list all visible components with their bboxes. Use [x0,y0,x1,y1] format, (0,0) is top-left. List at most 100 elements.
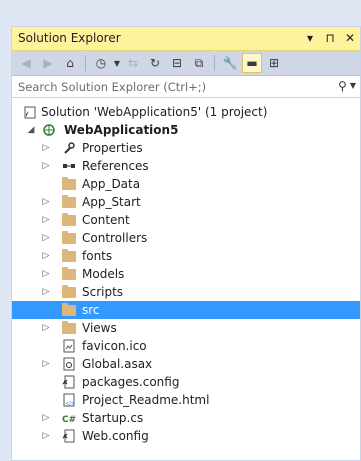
web-project-icon [42,123,56,137]
title-bar: Solution Explorer ▾ ⊓ ✕ [12,27,360,51]
expand-icon[interactable]: ▷ [41,193,51,211]
expand-icon[interactable]: ▷ [41,427,51,445]
project-label: WebApplication5 [64,123,179,137]
item-label: src [82,303,100,317]
tree-row-project-readme-html[interactable]: </> Project_Readme.html [12,391,360,409]
folder-icon [62,231,76,245]
tree-row-scripts[interactable]: ▷ Scripts [12,283,360,301]
item-label: Scripts [82,285,124,299]
folder-icon [62,267,76,281]
item-label: favicon.ico [82,339,147,353]
toolbar-separator [85,55,86,71]
dropdown-icon[interactable]: ▾ [304,30,316,46]
expand-icon[interactable]: ▷ [41,139,51,157]
references-icon [62,159,76,173]
tree-row-solution[interactable]: Solution 'WebApplication5' (1 project) [12,103,360,121]
svg-text:C#: C# [62,415,76,425]
chevron-down-icon[interactable]: ▼ [113,59,121,68]
tree-row-favicon-ico[interactable]: favicon.ico [12,337,360,355]
html-file-icon: </> [62,393,76,407]
expanded-icon[interactable]: ◢ [26,121,36,139]
chevron-down-icon[interactable]: ▼ [350,79,356,93]
search-icon[interactable]: ⚲ [338,79,347,93]
item-label: App_Data [82,177,141,191]
csharp-file-icon: C# [62,411,76,425]
solution-label: Solution 'WebApplication5' (1 project) [41,105,268,119]
tree-row-app-data[interactable]: App_Data [12,175,360,193]
tree-row-models[interactable]: ▷ Models [12,265,360,283]
search-icons: ⚲ ▼ [338,79,356,93]
item-label: References [82,159,149,173]
expand-icon[interactable]: ▷ [41,211,51,229]
diagram-icon[interactable]: ⊞ [264,53,284,73]
item-label: Startup.cs [82,411,144,425]
tree-row-references[interactable]: ▷ References [12,157,360,175]
expand-icon[interactable]: ▷ [41,265,51,283]
tree-row-controllers[interactable]: ▷ Controllers [12,229,360,247]
project-items: ▷ Properties ▷ References App_Data ▷ App_Start… [12,139,360,445]
tree-row-project[interactable]: ◢ WebApplication5 [12,121,360,139]
item-label: Web.config [82,429,149,443]
item-label: fonts [82,249,113,263]
tree-row-web-config[interactable]: ▷ Web.config [12,427,360,445]
item-label: Content [82,213,130,227]
properties-icon[interactable]: 🔧 [220,53,240,73]
item-label: Views [82,321,117,335]
item-label: packages.config [82,375,180,389]
tree-row-src[interactable]: src [12,301,360,319]
folder-icon [62,285,76,299]
solution-explorer-panel: Solution Explorer ▾ ⊓ ✕ ◀ ▶ ⌂ ◷ ▼ ⇆ ↻ ⊟ … [11,26,361,461]
sync-icon[interactable]: ⇆ [123,53,143,73]
search-input[interactable] [12,76,344,97]
forward-icon[interactable]: ▶ [38,53,58,73]
expand-icon[interactable]: ▷ [41,283,51,301]
tree-row-content[interactable]: ▷ Content [12,211,360,229]
gear-file-icon [62,357,76,371]
tree-row-packages-config[interactable]: packages.config [12,373,360,391]
folder-icon [62,213,76,227]
window-controls: ▾ ⊓ ✕ [304,30,356,46]
config-file-icon [62,375,76,389]
item-label: Models [82,267,125,281]
copy-icon[interactable]: ⧉ [189,53,209,73]
folder-icon [62,195,76,209]
pin-icon[interactable]: ▬ [242,53,262,73]
item-label: Controllers [82,231,148,245]
pin-icon[interactable]: ⊓ [324,30,336,46]
tree-row-properties[interactable]: ▷ Properties [12,139,360,157]
config-file-icon [62,429,76,443]
history-icon[interactable]: ◷ [91,53,111,73]
toolbar: ◀ ▶ ⌂ ◷ ▼ ⇆ ↻ ⊟ ⧉ 🔧 ▬ ⊞ [12,51,360,76]
tree-row-fonts[interactable]: ▷ fonts [12,247,360,265]
expand-icon[interactable]: ▷ [41,247,51,265]
refresh-icon[interactable]: ↻ [145,53,165,73]
svg-text:</>: </> [65,401,75,407]
solution-icon [23,105,37,119]
home-icon[interactable]: ⌂ [60,53,80,73]
wrench-icon [62,141,76,155]
item-label: Properties [82,141,143,155]
tree-row-global-asax[interactable]: ▷ Global.asax [12,355,360,373]
item-label: Project_Readme.html [82,393,210,407]
tree-row-startup-cs[interactable]: ▷ C# Startup.cs [12,409,360,427]
expand-icon[interactable]: ▷ [41,229,51,247]
expand-icon[interactable]: ▷ [41,157,51,175]
solution-tree: Solution 'WebApplication5' (1 project) ◢… [12,103,360,445]
close-icon[interactable]: ✕ [344,30,356,46]
image-file-icon [62,339,76,353]
tree-row-app-start[interactable]: ▷ App_Start [12,193,360,211]
expand-icon[interactable]: ▷ [41,319,51,337]
item-label: App_Start [82,195,141,209]
collapse-all-icon[interactable]: ⊟ [167,53,187,73]
toolbar-separator [214,55,215,71]
back-icon[interactable]: ◀ [16,53,36,73]
folder-icon [62,303,76,317]
folder-icon [62,249,76,263]
expand-icon[interactable]: ▷ [41,355,51,373]
panel-title: Solution Explorer [18,31,121,45]
folder-icon [62,321,76,335]
folder-icon [62,177,76,191]
search-bar: ⚲ ▼ [12,76,360,98]
tree-row-views[interactable]: ▷ Views [12,319,360,337]
expand-icon[interactable]: ▷ [41,409,51,427]
